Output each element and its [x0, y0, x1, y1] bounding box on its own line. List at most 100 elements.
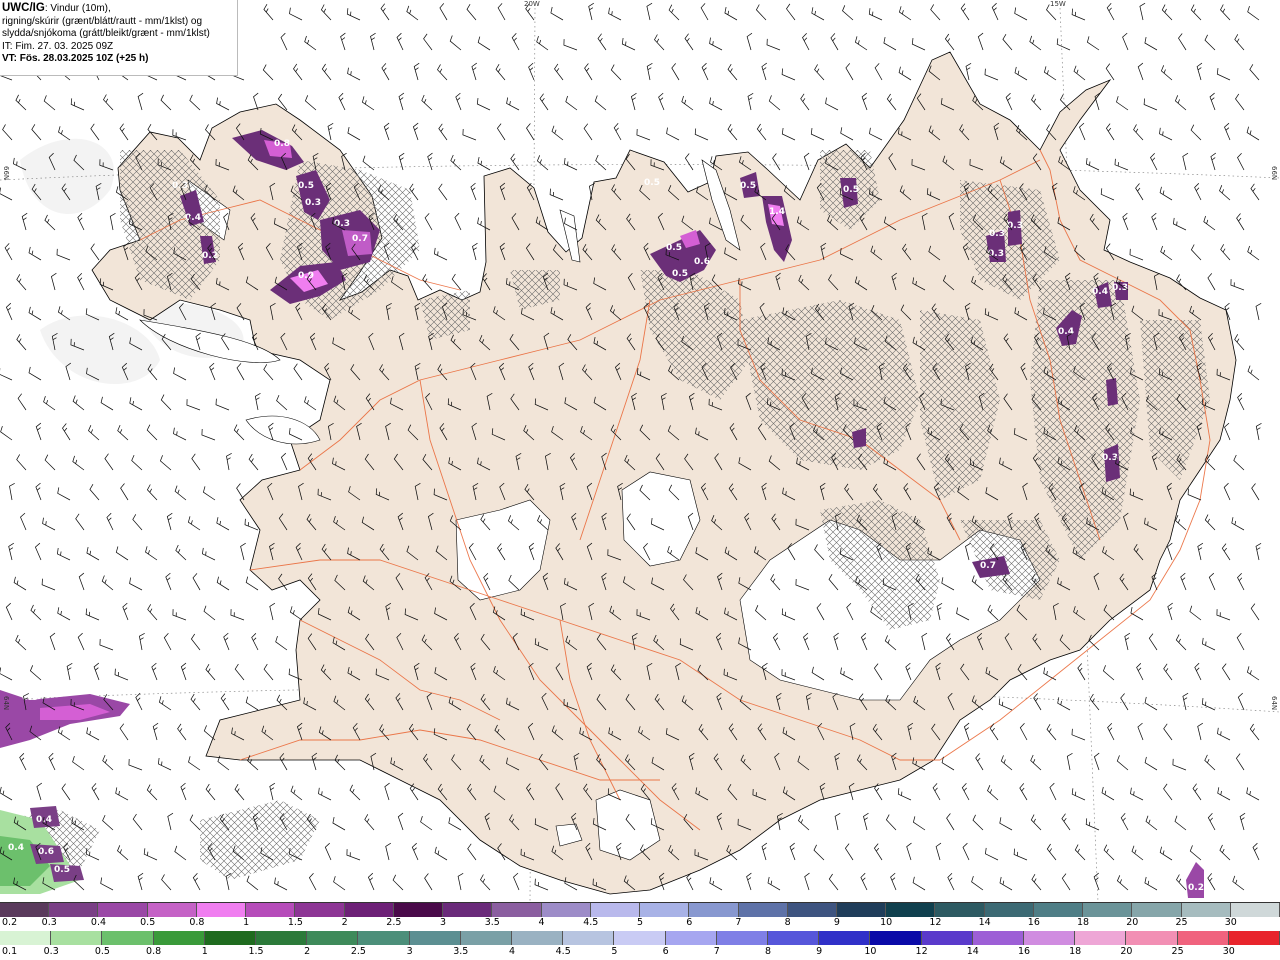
colorbar-tick-label: 8 [764, 946, 772, 957]
colorbar-tick-label: 1 [201, 946, 208, 957]
lon-label-15w: 15W [1050, 0, 1066, 8]
colorbar-tick-label: 14 [978, 917, 991, 928]
colorbar-tick-label: 9 [833, 917, 840, 928]
precip-value-label: 0.3 [305, 198, 321, 208]
colorbar-tick-label: 7 [735, 917, 742, 928]
colorbar-tick-label: 1.5 [287, 917, 303, 928]
precip-value-label: 0.9 [298, 271, 314, 281]
colorbar-swatch [1177, 931, 1229, 945]
lat-label-66n-left: 66N [2, 166, 10, 181]
lat-label-64n-left: 64N [2, 696, 10, 711]
colorbar-swatch [153, 931, 205, 945]
colorbar-swatch [768, 931, 820, 945]
colorbar-tick-label: 6 [686, 917, 693, 928]
colorbar-swatch [972, 931, 1025, 945]
precip-value-label: 0.3 [334, 219, 350, 229]
colorbar-swatch [246, 903, 296, 917]
colorbar-tick-label: 25 [1175, 917, 1188, 928]
colorbar-tick-label: 0.2 [2, 917, 18, 928]
colorbar-swatch [256, 931, 308, 945]
weather-map: 0.80.50.30.40.70.90.30.20.30.50.50.60.51… [0, 0, 1280, 902]
colorbar-swatch [1230, 903, 1280, 917]
colorbar-tick-label: 3 [406, 946, 413, 957]
colorbar-tick-label: 14 [966, 946, 979, 957]
precip-value-label: 0.5 [740, 181, 756, 191]
colorbar-swatch [344, 903, 394, 917]
precip-value-label: 0.2 [1188, 883, 1204, 893]
colorbar-swatch [787, 903, 837, 917]
colorbar-swatch [716, 931, 769, 945]
colorbar-rain [0, 931, 1280, 945]
colorbar-swatch [51, 931, 103, 945]
precip-value-label: 0.7 [980, 561, 996, 571]
colorbar-tick-label: 0.4 [90, 917, 107, 928]
colorbar-tick-label: 0.1 [2, 946, 18, 957]
colorbar-tick-label: 18 [1077, 917, 1090, 928]
legend-rain-line: rigning/skúrir (grænt/blátt/rautt - mm/1… [2, 15, 203, 27]
lat-label-64n-right: 64N [1270, 696, 1278, 711]
precip-value-label: 0.5 [672, 269, 688, 279]
colorbar-swatch [1075, 931, 1127, 945]
colorbar-swatch [1033, 903, 1084, 917]
lat-label-66n-right: 66N [1270, 166, 1278, 181]
colorbar-swatch [921, 931, 973, 945]
colorbar-tick-label: 3.5 [484, 917, 500, 928]
colorbar-tick-label: 4 [508, 946, 516, 957]
colorbar-tick-label: 5 [636, 917, 644, 928]
colorbar-swatch [738, 903, 788, 917]
colorbar-tick-label: 2.5 [386, 917, 402, 928]
colorbar-snow-labels: 0.2 0.3 0.4 0.5 0.8 1 1.5 2 2.5 3 3.5 4 4.5 5 6 7 8 9 10 12… [0, 917, 1280, 931]
colorbar-swatch [393, 903, 444, 917]
colorbar-swatch [492, 903, 542, 917]
colorbar-tick-label: 2 [341, 917, 348, 928]
colorbar-tick-label: 5 [611, 946, 618, 957]
precip-value-label: 0.4 [185, 213, 201, 223]
precip-value-label: 0.4 [1092, 287, 1108, 297]
colorbar-swatch [870, 931, 922, 945]
colorbar-tick-label: 0.5 [140, 917, 156, 928]
colorbar-tick-label: 8 [784, 917, 791, 928]
colorbar-swatch [1132, 903, 1182, 917]
colorbar-tick-label: 18 [1069, 946, 1082, 957]
precip-value-label: 0.3 [172, 181, 188, 191]
colorbar-tick-label: 12 [915, 946, 928, 957]
colorbar-tick-label: 9 [816, 946, 823, 957]
colorbar-swatch [460, 931, 513, 945]
colorbar-swatch [836, 903, 887, 917]
colorbar-swatch [886, 903, 936, 917]
colorbar-swatch [819, 931, 871, 945]
product-code: UWC/IG [2, 2, 45, 14]
colorbar-swatch [590, 903, 641, 917]
colorbar-tick-label: 3 [440, 917, 447, 928]
colorbar-swatch [204, 931, 257, 945]
colorbar-swatch [409, 931, 461, 945]
map-info-box: UWC/IG: Vindur (10m), rigning/skúrir (gr… [0, 0, 238, 76]
colorbar-tick-label: 6 [662, 946, 669, 957]
colorbar-tick-label: 30 [1224, 917, 1237, 928]
lon-label-20w: 20W [524, 0, 540, 8]
colorbar-rain-labels: 0.1 0.3 0.5 0.8 1 1.5 2 2.5 3 3.5 4 4.5 5 6 7 8 9 10 12 14 1… [0, 946, 1280, 960]
colorbar-swatch [295, 903, 345, 917]
colorbar-tick-label: 20 [1126, 917, 1139, 928]
precip-value-label: 1.4 [769, 207, 785, 217]
colorbar-tick-label: 16 [1027, 917, 1040, 928]
colorbar-tick-label: 2.5 [350, 946, 366, 957]
colorbar-swatch [147, 903, 197, 917]
colorbar-swatch [512, 931, 564, 945]
colorbar-swatch [984, 903, 1034, 917]
colorbar-tick-label: 0.5 [94, 946, 110, 957]
colorbar-tick-label: 4.5 [583, 917, 599, 928]
colorbar-tick-label: 12 [929, 917, 942, 928]
colorbar-swatch [563, 931, 615, 945]
colorbar-tick-label: 0.3 [43, 946, 59, 957]
legend-snow-line: slydda/snjókoma (grátt/bleikt/grænt - mm… [2, 28, 210, 40]
valid-time: VT: Fös. 28.03.2025 10Z (+25 h) [2, 53, 149, 65]
colorbar-swatch [0, 903, 50, 917]
colorbar-tick-label: 2 [304, 946, 311, 957]
colorbar-tick-label: 0.3 [41, 917, 57, 928]
colorbar-tick-label: 30 [1222, 946, 1235, 957]
colorbar-tick-label: 7 [713, 946, 720, 957]
colorbar-tick-label: 25 [1171, 946, 1184, 957]
colorbar-swatch [307, 931, 359, 945]
initial-time: IT: Fim. 27. 03. 2025 09Z [2, 40, 114, 52]
